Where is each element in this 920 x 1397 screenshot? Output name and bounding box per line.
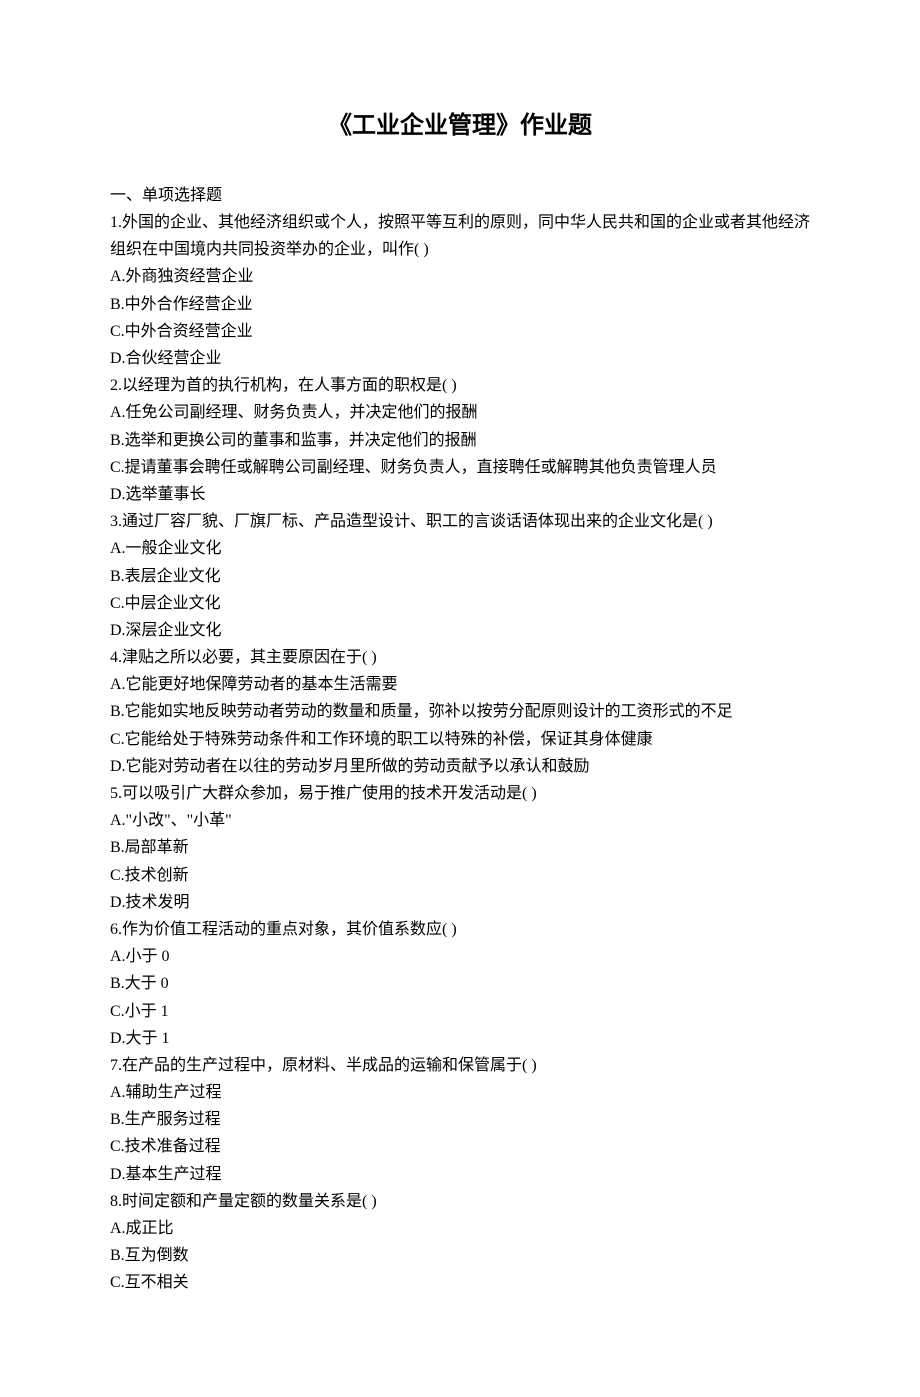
question-option: D.大于 1 [110, 1025, 810, 1052]
question-stem: 6.作为价值工程活动的重点对象，其价值系数应( ) [110, 916, 810, 943]
question-option: C.技术创新 [110, 862, 810, 889]
question-option: A.成正比 [110, 1215, 810, 1242]
question-stem: 8.时间定额和产量定额的数量关系是( ) [110, 1188, 810, 1215]
question-stem: 5.可以吸引广大群众参加，易于推广使用的技术开发活动是( ) [110, 780, 810, 807]
question-option: B.大于 0 [110, 970, 810, 997]
question-option: B.生产服务过程 [110, 1106, 810, 1133]
question-option: A.辅助生产过程 [110, 1079, 810, 1106]
page-title: 《工业企业管理》作业题 [110, 106, 810, 147]
question-option: D.它能对劳动者在以往的劳动岁月里所做的劳动贡献予以承认和鼓励 [110, 753, 810, 780]
question-option: A.任免公司副经理、财务负责人，并决定他们的报酬 [110, 399, 810, 426]
question-option: C.互不相关 [110, 1269, 810, 1296]
question-option: B.表层企业文化 [110, 563, 810, 590]
question-option: C.技术准备过程 [110, 1133, 810, 1160]
question-option: A.外商独资经营企业 [110, 263, 810, 290]
question-stem: 4.津贴之所以必要，其主要原因在于( ) [110, 644, 810, 671]
question-stem: 3.通过厂容厂貌、厂旗厂标、产品造型设计、职工的言谈话语体现出来的企业文化是( … [110, 508, 810, 535]
question-option: C.它能给处于特殊劳动条件和工作环境的职工以特殊的补偿，保证其身体健康 [110, 726, 810, 753]
question-option: C.中外合资经营企业 [110, 318, 810, 345]
section-heading: 一、单项选择题 [110, 182, 810, 209]
question-option: C.提请董事会聘任或解聘公司副经理、财务负责人，直接聘任或解聘其他负责管理人员 [110, 454, 810, 481]
question-option: C.小于 1 [110, 998, 810, 1025]
question-stem: 1.外国的企业、其他经济组织或个人，按照平等互利的原则，同中华人民共和国的企业或… [110, 209, 810, 263]
question-option: D.合伙经营企业 [110, 345, 810, 372]
questions-container: 1.外国的企业、其他经济组织或个人，按照平等互利的原则，同中华人民共和国的企业或… [110, 209, 810, 1297]
question-option: A.一般企业文化 [110, 535, 810, 562]
question-option: A.它能更好地保障劳动者的基本生活需要 [110, 671, 810, 698]
question-option: D.技术发明 [110, 889, 810, 916]
question-option: B.选举和更换公司的董事和监事，并决定他们的报酬 [110, 427, 810, 454]
question-option: C.中层企业文化 [110, 590, 810, 617]
question-stem: 2.以经理为首的执行机构，在人事方面的职权是( ) [110, 372, 810, 399]
question-option: D.深层企业文化 [110, 617, 810, 644]
question-option: A.小于 0 [110, 943, 810, 970]
question-option: A."小改"、"小革" [110, 807, 810, 834]
question-option: B.中外合作经营企业 [110, 291, 810, 318]
question-option: D.选举董事长 [110, 481, 810, 508]
question-option: B.互为倒数 [110, 1242, 810, 1269]
question-option: B.它能如实地反映劳动者劳动的数量和质量，弥补以按劳分配原则设计的工资形式的不足 [110, 698, 810, 725]
question-stem: 7.在产品的生产过程中，原材料、半成品的运输和保管属于( ) [110, 1052, 810, 1079]
question-option: D.基本生产过程 [110, 1161, 810, 1188]
question-option: B.局部革新 [110, 834, 810, 861]
